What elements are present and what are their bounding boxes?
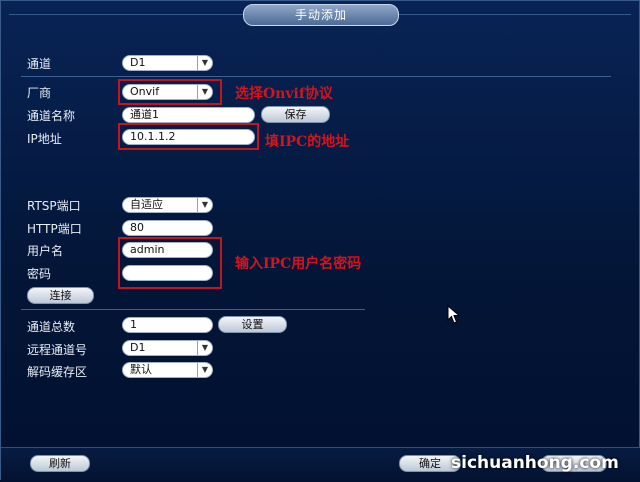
rtsp-port-select[interactable]: 自适应 ▼ (122, 197, 213, 213)
connect-button[interactable]: 连接 (27, 287, 94, 304)
channel-label: 通道 (27, 57, 52, 71)
channel-name-input[interactable]: 通道1 (122, 107, 255, 123)
refresh-button[interactable]: 刷新 (30, 455, 90, 472)
http-port-input[interactable]: 80 (122, 220, 213, 236)
http-port-label: HTTP端口 (27, 222, 82, 236)
vendor-annotation: 选择Onvif协议 (235, 86, 333, 102)
chevron-down-icon: ▼ (197, 198, 212, 212)
ip-annotation: 填IPC的地址 (265, 134, 350, 150)
password-label: 密码 (27, 267, 52, 281)
vendor-label: 厂商 (27, 86, 52, 100)
section-divider-2 (21, 309, 365, 310)
ip-label: IP地址 (27, 132, 62, 146)
username-label: 用户名 (27, 244, 64, 258)
channel-total-label: 通道总数 (27, 320, 76, 334)
rtsp-port-select-value: 自适应 (130, 198, 163, 211)
remote-channel-label: 远程通道号 (27, 343, 88, 357)
channel-total-input[interactable]: 1 (122, 317, 213, 333)
save-button[interactable]: 保存 (261, 106, 330, 123)
channel-select-value: D1 (130, 56, 146, 69)
credentials-highlight-box (118, 237, 222, 289)
chevron-down-icon: ▼ (197, 363, 212, 377)
mouse-cursor-icon (447, 305, 461, 324)
remote-channel-select-value: D1 (130, 341, 146, 354)
section-divider (21, 76, 611, 77)
dialog-title: 手动添加 (243, 4, 399, 26)
chevron-down-icon: ▼ (197, 56, 212, 70)
chevron-down-icon: ▼ (197, 341, 212, 355)
channel-select[interactable]: D1 ▼ (122, 55, 213, 71)
channel-name-label: 通道名称 (27, 109, 76, 123)
ip-highlight-box (118, 123, 259, 150)
credentials-annotation: 输入IPC用户名密码 (235, 256, 362, 272)
vendor-highlight-box (118, 79, 222, 105)
decode-buffer-select[interactable]: 默认 ▼ (122, 362, 213, 378)
manual-add-dialog: 手动添加 通道 D1 ▼ 厂商 Onvif ▼ 选择Onvif协议 通道名称 通… (0, 0, 640, 482)
settings-button[interactable]: 设置 (218, 316, 287, 333)
watermark: sichuanhong.com (451, 453, 619, 473)
rtsp-port-label: RTSP端口 (27, 199, 81, 213)
decode-buffer-select-value: 默认 (130, 363, 152, 376)
decode-buffer-label: 解码缓存区 (27, 365, 88, 379)
remote-channel-select[interactable]: D1 ▼ (122, 340, 213, 356)
